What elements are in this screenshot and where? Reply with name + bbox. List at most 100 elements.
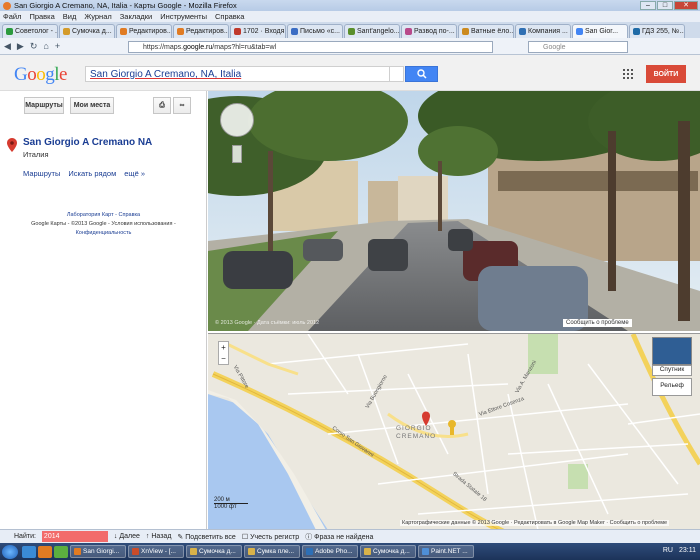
close-button[interactable]: ✕ [674, 1, 698, 10]
taskbar-button[interactable]: Сумка пле... [244, 545, 300, 558]
tab-label: Сумочка д... [72, 28, 112, 35]
minimize-button[interactable]: – [640, 1, 656, 10]
reload-icon[interactable]: ↻ [30, 41, 38, 52]
highlight-all-button[interactable]: ✎ Подсветить все [177, 533, 235, 541]
tab-label: Письмо «с... [300, 28, 340, 35]
tab-6[interactable]: Sant'angelo... [344, 24, 400, 38]
forward-icon[interactable]: ▶ [17, 41, 24, 52]
tab-0[interactable]: Советолог - ... [2, 24, 58, 38]
find-next-button[interactable]: ↓ Далее [114, 533, 140, 540]
menu-file[interactable]: Файл [3, 12, 21, 21]
new-tab-icon[interactable]: + [55, 41, 60, 51]
report-problem-button[interactable]: Сообщить о проблеме [563, 319, 632, 327]
taskbar-button[interactable]: Сумочка д... [186, 545, 242, 558]
tab-favicon-icon [63, 28, 70, 35]
maximize-button[interactable]: □ [657, 1, 673, 10]
language-indicator[interactable]: RU [663, 547, 673, 554]
link-button[interactable]: ∞ [173, 97, 191, 114]
match-case-checkbox[interactable]: ☐ Учесть регистр [242, 533, 299, 541]
tab-7[interactable]: Развод по-... [401, 24, 457, 38]
tab-3[interactable]: Редактиров... [173, 24, 229, 38]
tab-9[interactable]: Компания ... [515, 24, 571, 38]
map-canvas [208, 334, 700, 529]
map-zoom-control[interactable]: + − [218, 341, 229, 365]
quicklaunch-icon[interactable] [38, 545, 52, 558]
quicklaunch-icon[interactable] [22, 545, 36, 558]
footer-privacy[interactable]: Конфиденциальность [0, 229, 207, 238]
tab-2[interactable]: Редактиров... [116, 24, 172, 38]
apps-grid-icon[interactable] [623, 69, 633, 79]
street-view-zoom[interactable] [232, 145, 242, 163]
taskbar-label: San Giorgi... [83, 548, 120, 555]
find-next-label: Далее [119, 533, 140, 540]
place-title[interactable]: San Giorgio A Cremano NA [23, 137, 152, 148]
home-icon[interactable]: ⌂ [43, 41, 48, 51]
tab-label: ГДЗ 255, №... [642, 28, 685, 35]
tab-favicon-icon [405, 28, 412, 35]
address-bar[interactable]: https://maps. google.ru/maps?hl=ru&tab=wl [128, 41, 493, 53]
start-button[interactable] [2, 544, 18, 559]
menu-history[interactable]: Журнал [84, 12, 111, 21]
menu-bookmarks[interactable]: Закладки [120, 12, 152, 21]
tab-label: Советолог - ... [15, 28, 58, 35]
taskbar-button[interactable]: Adobe Pho... [302, 545, 358, 558]
map-town-label: GIORGIO CREMANO [396, 425, 437, 440]
search-nearby-link[interactable]: Искать рядом [68, 169, 116, 178]
clock[interactable]: 23:11 [679, 547, 696, 554]
find-prev-label: Назад [151, 533, 172, 540]
tab-label: Sant'angelo... [357, 28, 400, 35]
more-link[interactable]: ещё » [124, 169, 145, 178]
back-icon[interactable]: ◀ [4, 41, 11, 52]
tab-1[interactable]: Сумочка д... [59, 24, 115, 38]
taskbar-button[interactable]: XnView - [... [128, 545, 184, 558]
footer-labs-help[interactable]: Лаборатория Карт - Справка [0, 211, 207, 220]
directions-link[interactable]: Маршруты [23, 169, 60, 178]
tab-8[interactable]: Ватные ёло... [458, 24, 514, 38]
logo-letter: o [36, 64, 46, 85]
maps-search-input[interactable]: San Giorgio A Cremano, NA, Italia [85, 66, 390, 82]
signin-button[interactable]: ВОЙТИ [646, 65, 686, 83]
street-view-image [208, 91, 700, 331]
maps-search-button[interactable] [405, 66, 438, 82]
find-input[interactable]: 2014 [41, 531, 108, 542]
app-icon [74, 548, 81, 555]
browser-search-input[interactable]: Google [528, 41, 628, 53]
print-button[interactable]: ⎙ [153, 97, 171, 114]
menu-edit[interactable]: Правка [29, 12, 54, 21]
taskbar-label: Сумка пле... [257, 548, 295, 555]
tab-favicon-icon [633, 28, 640, 35]
logo-letter: G [14, 64, 28, 85]
taskbar-button[interactable]: San Giorgi... [70, 545, 126, 558]
taskbar-button[interactable]: Сумочка д... [360, 545, 416, 558]
satellite-button[interactable]: Спутник [652, 365, 692, 376]
find-prev-button[interactable]: ↑ Назад [146, 533, 172, 540]
menu-help[interactable]: Справка [215, 12, 244, 21]
terrain-button[interactable]: Рельеф [652, 378, 692, 396]
tab-4[interactable]: 1702 · Входя... [230, 24, 286, 38]
street-view-panel[interactable] [208, 91, 700, 331]
place-actions: Маршруты Искать рядом ещё » [23, 169, 145, 178]
app-icon [422, 548, 429, 555]
keyboard-icon[interactable] [390, 66, 404, 82]
tab-11[interactable]: ГДЗ 255, №... [629, 24, 685, 38]
quicklaunch-icon[interactable] [54, 545, 68, 558]
my-places-button[interactable]: Мои места [70, 97, 114, 114]
scale-meters: 200 м [214, 497, 248, 504]
menu-tools[interactable]: Инструменты [160, 12, 207, 21]
location-pin-icon [7, 138, 17, 152]
pan-control[interactable] [220, 103, 254, 137]
menu-view[interactable]: Вид [63, 12, 77, 21]
satellite-thumbnail[interactable] [652, 337, 692, 365]
tab-5[interactable]: Письмо «с... [287, 24, 343, 38]
tab-10[interactable]: San Gior... [572, 24, 628, 38]
taskbar-button[interactable]: Paint.NET ... [418, 545, 474, 558]
taskbar-label: Сумочка д... [373, 548, 410, 555]
footer-terms[interactable]: Google Карты - ©2013 Google - Условия ис… [0, 220, 207, 229]
map-panel[interactable]: GIORGIO CREMANO Corso San Giovanni Via B… [208, 333, 700, 529]
directions-button[interactable]: Маршруты [24, 97, 64, 114]
tab-favicon-icon [348, 28, 355, 35]
url-domain: google.ru [183, 43, 213, 51]
google-logo[interactable]: Google [14, 64, 67, 86]
app-icon [364, 548, 371, 555]
system-tray: RU 23:11 [663, 547, 696, 554]
